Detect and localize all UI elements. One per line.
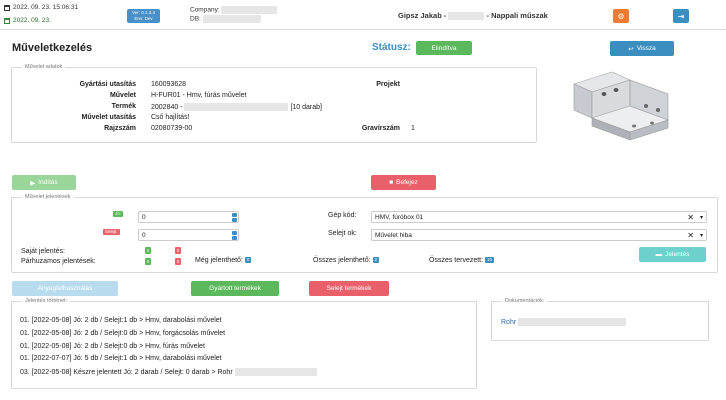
settings-button[interactable]: ⚙ [613, 9, 629, 23]
status-label: Státusz: [372, 42, 411, 53]
engraving-label: Gravírszám [361, 125, 400, 132]
reporting-legend: Művelet jelentések [22, 194, 74, 200]
history-line: 03. [2022-05-08] Készre jelentett Jó: 2 … [20, 368, 317, 376]
drawing-value: 02080739-00 [151, 125, 193, 132]
calendar-icon [4, 4, 10, 11]
good-quantity-input[interactable]: 0 [138, 211, 239, 223]
stop-icon: ■ [389, 179, 394, 186]
operation-label: Művelet [109, 92, 136, 99]
own-scrap-count: 0 [175, 247, 181, 254]
datetime: 2022. 09. 23. 15:06:31 [4, 4, 78, 11]
reply-arrow-icon: ↩ [628, 45, 634, 53]
own-good-count: 2 [145, 247, 151, 254]
redacted-company [221, 6, 278, 14]
chevron-down-icon[interactable]: ▾ [700, 214, 703, 221]
clear-icon[interactable]: ✕ [687, 213, 694, 222]
product-image [573, 71, 669, 141]
total-reportable: Összes jelenthető: 2 [313, 257, 380, 264]
operation-data-legend: Művelet adatok [22, 64, 66, 70]
logout-icon: ⇥ [677, 11, 685, 21]
redacted-history [234, 368, 317, 376]
status-badge: Elindítva [416, 41, 472, 55]
total-planned: Összes tervezett: 10 [429, 257, 495, 264]
calendar-check-icon [4, 17, 10, 24]
redacted-db [202, 15, 261, 23]
instruction-value: Cső hajlítás! [151, 114, 190, 121]
folder-icon: ▬ [655, 251, 663, 258]
operation-value: H-FUR01 - Hmv, fúrás művelet [151, 92, 247, 99]
order-label: Gyártási utasítás [79, 81, 136, 88]
start-button[interactable]: ▶ Indítás [12, 175, 76, 190]
document-link[interactable]: Rohr [501, 318, 627, 326]
project-label: Projekt [376, 81, 400, 88]
top-bar: 2022. 09. 23. 15:06:31 2022. 09. 23. Ver… [0, 0, 726, 30]
scrap-products-button[interactable]: Selejt termékek [309, 281, 389, 296]
history-line: 01. [2022-05-08] Jó: 2 db / Selejt:0 db … [20, 343, 205, 350]
back-button[interactable]: ↩ Vissza [610, 41, 674, 56]
good-badge: Jó: [113, 211, 124, 217]
history-line: 01. [2022-07-07] Jó: 5 db / Selejt:1 db … [20, 355, 222, 362]
scrap-quantity-stepper[interactable] [232, 231, 237, 240]
machine-select[interactable]: HMV, fúróbox 01 ✕ ▾ [371, 211, 707, 223]
documents-legend: Dokumentációk: [502, 298, 548, 304]
engraving-value: 1 [411, 125, 415, 132]
scrap-quantity-input[interactable]: 0 [138, 229, 239, 241]
parallel-scrap-count: 0 [175, 258, 181, 265]
logout-button[interactable]: ⇥ [673, 9, 689, 23]
gear-icon: ⚙ [617, 11, 625, 21]
clear-icon[interactable]: ✕ [687, 231, 694, 240]
version-badge: Ver: 0.1.3.4 Env: Dev [127, 9, 160, 23]
play-icon: ▶ [30, 179, 36, 187]
good-quantity-stepper[interactable] [232, 213, 237, 222]
own-report-label: Saját jelentés: [21, 248, 65, 255]
date: 2022. 09. 23. [4, 17, 51, 24]
history-line: 01. [2022-05-08] Jó: 2 db / Selejt:1 db … [20, 317, 222, 324]
product-value: 2002840 - [10 darab] [151, 103, 322, 111]
company-info: Company: [190, 6, 278, 14]
redacted-user [448, 12, 485, 21]
finish-button[interactable]: ■ Befejez [371, 175, 436, 190]
scrap-reason-label: Selejt ok: [328, 230, 357, 237]
scrap-badge: Selejt: [103, 229, 120, 235]
redacted-document [518, 318, 627, 326]
drawing-label: Rajzszám [104, 125, 136, 132]
report-button[interactable]: ▬ Jelentés [639, 247, 706, 262]
still-reportable: Még jelenthető: 0 [195, 257, 252, 264]
db-info: DB: [190, 15, 261, 23]
chevron-down-icon[interactable]: ▾ [700, 232, 703, 239]
redacted-product [184, 103, 289, 111]
scrap-reason-select[interactable]: Művelet hiba ✕ ▾ [371, 229, 707, 241]
machine-label: Gép kód: [328, 212, 357, 219]
history-legend: Jelentés történet: [22, 298, 71, 304]
page-title: Műveletkezelés [12, 42, 93, 54]
parallel-good-count: 0 [145, 258, 151, 265]
order-value: 160093628 [151, 81, 187, 88]
produced-products-button[interactable]: Gyártott termékek [191, 281, 279, 296]
product-label: Termék [111, 103, 136, 110]
instruction-label: Művelet utasítás [81, 114, 136, 121]
history-line: 01. [2022-05-08] Jó: 2 db / Selejt:0 db … [20, 330, 226, 337]
material-usage-button[interactable]: Anyagfelhasználás [12, 281, 118, 296]
user-shift: Gipsz Jakab - - Nappali műszak [398, 11, 548, 21]
parallel-report-label: Párhuzamos jelentések: [21, 258, 96, 265]
